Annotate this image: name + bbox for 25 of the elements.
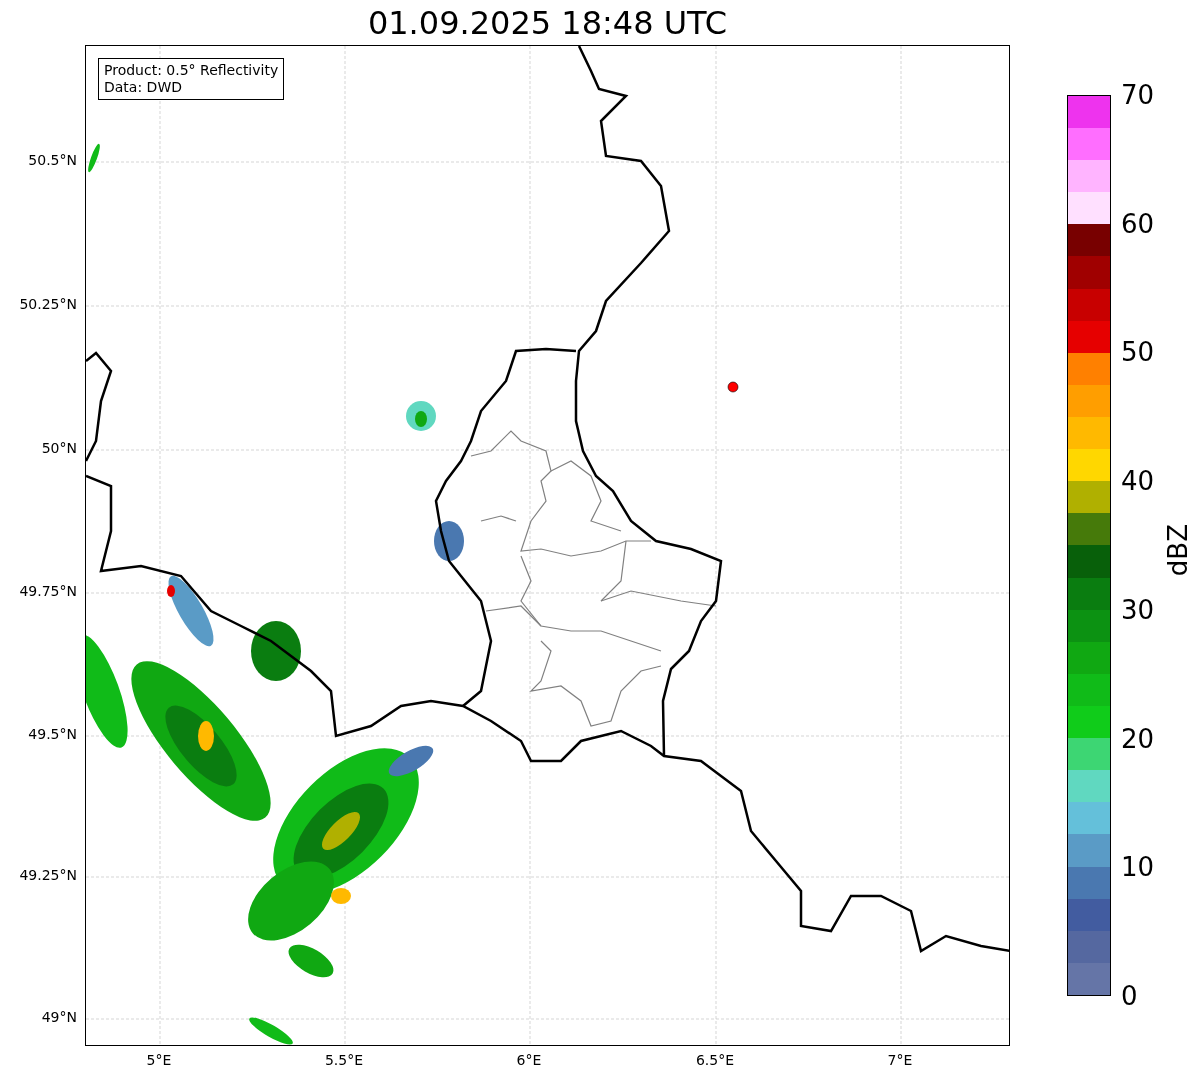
longitude-label: 6°E — [516, 1052, 542, 1068]
longitude-label: 6.5°E — [695, 1052, 735, 1068]
legend-text: Data: DWD — [104, 79, 183, 96]
location-marker — [727, 381, 739, 393]
longitude-label: 5°E — [146, 1052, 172, 1068]
colorbar-label: dBZ — [1163, 524, 1193, 577]
chart-title: 01.09.2025 18:48 UTC — [367, 3, 728, 42]
colorbar-tick-label: 0 — [1121, 982, 1138, 1010]
colorbar-tick-label: 60 — [1121, 209, 1155, 238]
latitude-label: 49.75°N — [19, 583, 77, 599]
latitude-label: 50°N — [41, 440, 77, 456]
colorbar-tick-label: 10 — [1121, 853, 1155, 882]
colorbar-tick-label: 30 — [1121, 595, 1155, 624]
colorbar-tick-label: 70 — [1121, 81, 1155, 109]
latitude-label: 50.25°N — [19, 296, 77, 312]
colorbar-tick-label: 40 — [1121, 467, 1155, 496]
longitude-label: 7°E — [887, 1052, 913, 1068]
latitude-label: 49.25°N — [19, 867, 77, 883]
latitude-label: 50.5°N — [28, 152, 77, 168]
latitude-label: 49.5°N — [28, 726, 77, 742]
latitude-label: 49°N — [41, 1009, 77, 1025]
colorbar-tick-label: 20 — [1121, 724, 1155, 753]
legend-text: Product: 0.5° Reflectivity — [104, 62, 279, 79]
longitude-label: 5.5°E — [324, 1052, 364, 1068]
colorbar-tick-label: 50 — [1121, 338, 1155, 367]
